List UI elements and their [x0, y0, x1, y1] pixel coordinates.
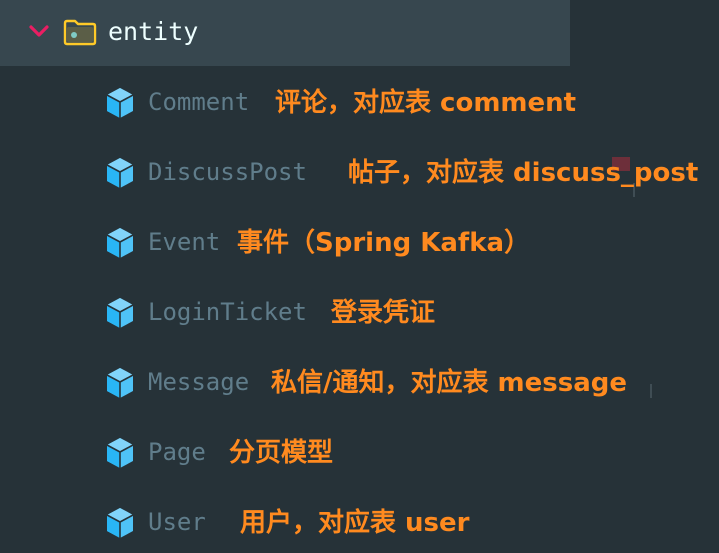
annotation-label: 私信/通知，对应表 message — [271, 368, 628, 398]
annotation-label: 事件（Spring Kafka） — [237, 228, 531, 258]
tree-item-label: Event — [148, 228, 221, 256]
tree-item-loginticket[interactable]: LoginTicket 登录凭证 — [0, 282, 719, 342]
folder-name: entity — [108, 17, 199, 46]
class-cube-icon — [104, 226, 136, 260]
tree-item-comment[interactable]: Comment 评论，对应表 comment — [0, 72, 719, 132]
class-cube-icon — [104, 86, 136, 120]
tree-folder-entity[interactable]: entity — [0, 0, 570, 66]
annotation-label: 用户，对应表 user — [240, 508, 470, 538]
chevron-down-icon[interactable] — [28, 20, 50, 42]
annotation-label: 登录凭证 — [331, 298, 436, 328]
tree-item-discusspost[interactable]: DiscussPost 帖子，对应表 discuss_post — [0, 142, 719, 202]
class-cube-icon — [104, 156, 136, 190]
folder-open-icon — [63, 19, 97, 46]
annotation-label: 评论，对应表 comment — [275, 88, 577, 118]
tree-item-label: User — [148, 508, 206, 536]
class-cube-icon — [104, 366, 136, 400]
annotation-label: 帖子，对应表 discuss_post — [348, 158, 699, 188]
tree-item-event[interactable]: Event 事件（Spring Kafka） — [0, 212, 719, 272]
class-cube-icon — [104, 296, 136, 330]
tree-item-label: DiscussPost — [148, 158, 307, 186]
tree-item-label: LoginTicket — [148, 298, 307, 326]
class-cube-icon — [104, 506, 136, 540]
tree-item-user[interactable]: User 用户，对应表 user — [0, 492, 719, 552]
tree-item-label: Comment — [148, 88, 250, 116]
tree-item-label: Page — [148, 438, 206, 466]
class-cube-icon — [104, 436, 136, 470]
tree-item-page[interactable]: Page 分页模型 — [0, 422, 719, 482]
tree-item-message[interactable]: Message 私信/通知，对应表 message — [0, 352, 719, 412]
annotation-label: 分页模型 — [229, 438, 334, 468]
tree-item-label: Message — [148, 368, 250, 396]
